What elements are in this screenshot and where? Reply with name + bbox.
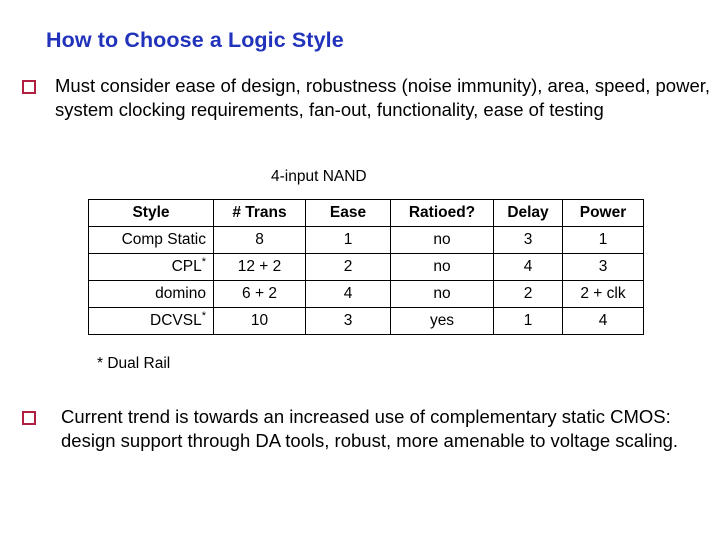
- cell-trans: 6 + 2: [213, 280, 306, 308]
- slide-canvas: How to Choose a Logic Style Must conside…: [0, 0, 720, 540]
- bullet-item-1: Must consider ease of design, robustness…: [22, 74, 712, 122]
- cell-ratioed: no: [390, 226, 494, 254]
- cell-style-star: *: [201, 255, 206, 268]
- cell-trans: 12 + 2: [213, 253, 306, 281]
- table-footnote: * Dual Rail: [97, 355, 171, 372]
- cell-ratioed: yes: [390, 307, 494, 335]
- cell-trans: 8: [213, 226, 306, 254]
- logic-style-table-container: Style # Trans Ease Ratioed? Delay Power …: [88, 199, 644, 335]
- cell-style: domino: [88, 280, 214, 308]
- hollow-square-bullet-icon: [22, 80, 36, 94]
- table-row: domino 6 + 2 4 no 2 2 + clk: [88, 280, 644, 308]
- cell-ease: 4: [305, 280, 391, 308]
- column-header-trans: # Trans: [213, 199, 306, 227]
- cell-delay: 4: [493, 253, 563, 281]
- bullet-item-1-text: Must consider ease of design, robustness…: [55, 75, 711, 120]
- cell-style: DCVSL*: [88, 307, 214, 335]
- cell-style-label: domino: [155, 285, 206, 302]
- bullet-item-2-text: Current trend is towards an increased us…: [61, 406, 679, 451]
- column-header-ease: Ease: [305, 199, 391, 227]
- column-header-delay: Delay: [493, 199, 563, 227]
- column-header-ratioed: Ratioed?: [390, 199, 494, 227]
- table-row: CPL* 12 + 2 2 no 4 3: [88, 253, 644, 281]
- logic-style-table: Style # Trans Ease Ratioed? Delay Power …: [88, 199, 644, 335]
- table-caption: 4-input NAND: [271, 168, 367, 185]
- hollow-square-bullet-icon: [22, 411, 36, 425]
- cell-power: 2 + clk: [562, 280, 644, 308]
- column-header-style: Style: [88, 199, 214, 227]
- cell-style-label: DCVSL: [150, 312, 202, 329]
- cell-power: 3: [562, 253, 644, 281]
- table-row: Comp Static 8 1 no 3 1: [88, 226, 644, 254]
- cell-trans: 10: [213, 307, 306, 335]
- cell-ease: 3: [305, 307, 391, 335]
- cell-delay: 3: [493, 226, 563, 254]
- cell-delay: 1: [493, 307, 563, 335]
- cell-ratioed: no: [390, 280, 494, 308]
- cell-power: 1: [562, 226, 644, 254]
- table-header-row: Style # Trans Ease Ratioed? Delay Power: [88, 199, 644, 227]
- cell-ease: 2: [305, 253, 391, 281]
- bullet-item-2: Current trend is towards an increased us…: [22, 405, 712, 453]
- cell-style: Comp Static: [88, 226, 214, 254]
- table-row: DCVSL* 10 3 yes 1 4: [88, 307, 644, 335]
- cell-style: CPL*: [88, 253, 214, 281]
- cell-delay: 2: [493, 280, 563, 308]
- column-header-power: Power: [562, 199, 644, 227]
- cell-ease: 1: [305, 226, 391, 254]
- page-title: How to Choose a Logic Style: [46, 28, 344, 52]
- cell-style-label: Comp Static: [121, 231, 206, 248]
- cell-style-label: CPL: [171, 258, 202, 275]
- cell-power: 4: [562, 307, 644, 335]
- cell-style-star: *: [201, 309, 206, 322]
- cell-ratioed: no: [390, 253, 494, 281]
